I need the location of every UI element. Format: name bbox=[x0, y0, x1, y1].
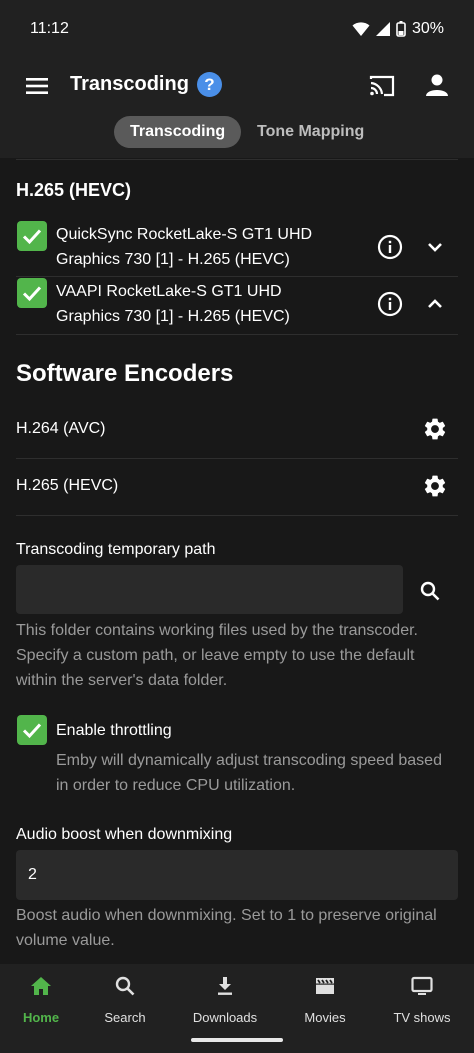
gear-icon[interactable] bbox=[422, 416, 448, 442]
search-icon[interactable] bbox=[418, 579, 442, 603]
status-time: 11:12 bbox=[30, 20, 69, 37]
divider bbox=[16, 515, 458, 516]
vaapi-hevc-label-line2: Graphics 730 [1] - H.265 (HEVC) bbox=[56, 308, 290, 325]
info-icon[interactable] bbox=[377, 234, 403, 260]
home-icon bbox=[31, 977, 51, 995]
bottom-nav: Home Search Downloads Movies TV shows bbox=[0, 964, 474, 1053]
chevron-up-icon[interactable] bbox=[424, 293, 446, 315]
tab-tone-mapping[interactable]: Tone Mapping bbox=[241, 116, 380, 148]
temp-path-input[interactable] bbox=[16, 565, 403, 614]
audio-boost-help-line2: volume value. bbox=[16, 932, 115, 949]
nav-movies[interactable]: Movies bbox=[280, 974, 370, 1025]
software-h264-label[interactable]: H.264 (AVC) bbox=[16, 420, 106, 438]
throttling-help-line1: Emby will dynamically adjust transcoding… bbox=[56, 752, 442, 769]
temp-path-help-line3: within the server's data folder. bbox=[16, 672, 228, 689]
temp-path-help-line2: Specify a custom path, or leave empty to… bbox=[16, 647, 415, 664]
nav-downloads[interactable]: Downloads bbox=[180, 974, 270, 1025]
status-icons: 30% bbox=[352, 20, 444, 38]
throttling-checkbox[interactable] bbox=[17, 715, 47, 745]
hevc-section-title: H.265 (HEVC) bbox=[16, 180, 132, 200]
audio-boost-help-line1: Boost audio when downmixing. Set to 1 to… bbox=[16, 907, 437, 924]
download-icon bbox=[218, 977, 232, 995]
vaapi-hevc-checkbox[interactable] bbox=[17, 278, 47, 308]
quicksync-hevc-checkbox[interactable] bbox=[17, 221, 47, 251]
battery-percent: 30% bbox=[411, 20, 444, 37]
audio-boost-label: Audio boost when downmixing bbox=[16, 826, 233, 843]
vaapi-hevc-label-line1: VAAPI RocketLake-S GT1 UHD bbox=[56, 283, 282, 300]
nav-home[interactable]: Home bbox=[0, 974, 86, 1025]
battery-icon bbox=[396, 21, 406, 37]
divider bbox=[16, 159, 458, 160]
nav-tv-shows[interactable]: TV shows bbox=[377, 974, 467, 1025]
page-title: Transcoding bbox=[70, 73, 189, 95]
software-encoders-title: Software Encoders bbox=[16, 360, 234, 387]
help-icon[interactable]: ? bbox=[197, 72, 222, 97]
nav-search[interactable]: Search bbox=[80, 974, 170, 1025]
wifi-icon bbox=[352, 22, 370, 36]
audio-boost-input[interactable] bbox=[16, 850, 458, 900]
throttling-label[interactable]: Enable throttling bbox=[56, 718, 356, 743]
cast-icon[interactable] bbox=[368, 72, 396, 100]
gesture-bar bbox=[191, 1038, 283, 1042]
settings-content: H.265 (HEVC) QuickSync RocketLake-S GT1 … bbox=[0, 158, 474, 964]
tv-icon bbox=[411, 976, 433, 995]
divider bbox=[16, 458, 458, 459]
quicksync-hevc-label-line2: Graphics 730 [1] - H.265 (HEVC) bbox=[56, 251, 290, 268]
temp-path-label: Transcoding temporary path bbox=[16, 541, 216, 558]
software-h265-label[interactable]: H.265 (HEVC) bbox=[16, 477, 118, 495]
tab-transcoding[interactable]: Transcoding bbox=[114, 116, 242, 148]
divider bbox=[16, 334, 458, 335]
search-icon bbox=[115, 976, 135, 996]
info-icon[interactable] bbox=[377, 291, 403, 317]
gear-icon[interactable] bbox=[422, 473, 448, 499]
movie-icon bbox=[316, 978, 334, 994]
throttling-help-line2: in order to reduce CPU utilization. bbox=[56, 777, 296, 794]
quicksync-hevc-label-line1: QuickSync RocketLake-S GT1 UHD bbox=[56, 226, 313, 243]
signal-icon bbox=[375, 22, 390, 36]
menu-icon[interactable] bbox=[24, 72, 52, 100]
user-icon[interactable] bbox=[424, 72, 450, 98]
temp-path-help-line1: This folder contains working files used … bbox=[16, 622, 418, 639]
chevron-down-icon[interactable] bbox=[424, 236, 446, 258]
status-bar: 11:12 30% bbox=[0, 0, 474, 58]
divider bbox=[16, 276, 458, 277]
app-bar: Transcoding ? Transcoding Tone Mapping bbox=[0, 58, 474, 158]
